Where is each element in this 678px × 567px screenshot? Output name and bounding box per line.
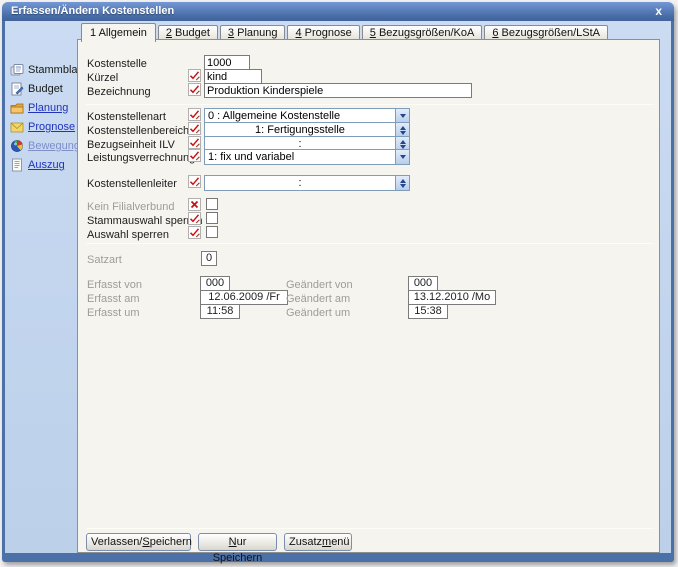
- erfasst-um-label: Erfasst um: [87, 307, 140, 319]
- kostenstellenleiter-label: Kostenstellenleiter: [87, 178, 177, 190]
- kostenstellenbereich-label: Kostenstellenbereich: [87, 125, 189, 137]
- sidebar-item-label: Stammblatt: [28, 64, 84, 76]
- screen: Erfassen/Ändern Kostenstellen x Stammbla…: [0, 0, 678, 567]
- sidebar-item-planung[interactable]: Planung: [10, 100, 68, 116]
- stammauswahl-sperren-label: Stammauswahl sperren: [87, 215, 203, 227]
- kein-filialverbund-label: Kein Filialverbund: [87, 201, 174, 213]
- sidebar-item-label: Prognose: [28, 121, 75, 133]
- kein-filialverbund-checkbox[interactable]: [206, 198, 218, 210]
- auszug-document-icon: [10, 158, 24, 172]
- bezeichnung-label: Bezeichnung: [87, 86, 151, 98]
- edit-check-icon: [188, 108, 201, 121]
- separator: [86, 104, 653, 105]
- kostenstellenart-value: 0 : Allgemeine Kostenstelle: [205, 109, 395, 123]
- bewegung-sphere-icon: [10, 139, 24, 153]
- kostenstellenbereich-value: 1: Fertigungsstelle: [205, 123, 395, 137]
- kostenstellenleiter-select[interactable]: :: [204, 175, 410, 191]
- edit-check-icon: [188, 226, 201, 239]
- kostenstellenleiter-value: :: [205, 176, 395, 190]
- red-x-icon: [188, 198, 201, 211]
- sidebar-item-label: Auszug: [28, 159, 65, 171]
- tab-allgemein[interactable]: 1 Allgemein: [81, 23, 156, 42]
- stammblatt-card-icon: [10, 63, 24, 77]
- stammauswahl-sperren-checkbox[interactable]: [206, 212, 218, 224]
- edit-check-icon: [188, 69, 201, 82]
- edit-check-icon: [188, 122, 201, 135]
- geaendert-am-label: Geändert am: [286, 293, 350, 305]
- window-title: Erfassen/Ändern Kostenstellen: [11, 5, 174, 17]
- sidebar-item-bewegung[interactable]: Bewegung: [10, 138, 80, 154]
- erfasst-von-value: 000: [200, 276, 230, 291]
- sidebar-item-auszug[interactable]: Auszug: [10, 157, 65, 173]
- nur-speichern-button[interactable]: Nur Speichern: [198, 533, 277, 551]
- sidebar-item-label: Bewegung: [28, 140, 80, 152]
- edit-check-icon: [188, 149, 201, 162]
- geaendert-um-label: Geändert um: [286, 307, 350, 319]
- dropdown-arrow-icon[interactable]: [395, 150, 409, 164]
- kuerzel-input[interactable]: [204, 69, 262, 84]
- edit-check-icon: [188, 136, 201, 149]
- kostenstelle-input[interactable]: [204, 55, 250, 70]
- satzart-value: 0: [201, 251, 217, 266]
- geaendert-von-label: Geändert von: [286, 279, 353, 291]
- erfasst-am-label: Erfasst am: [87, 293, 140, 305]
- separator: [86, 528, 653, 529]
- kuerzel-label: Kürzel: [87, 72, 118, 84]
- close-icon[interactable]: x: [655, 4, 662, 18]
- satzart-label: Satzart: [87, 254, 122, 266]
- spinner-updown-icon[interactable]: [395, 123, 409, 137]
- erfasst-am-value: 12.06.2009 /Fr: [200, 290, 288, 305]
- erfasst-um-value: 11:58: [200, 304, 240, 319]
- tab-label: 1 Allgemein: [90, 27, 147, 39]
- kostenstelle-label: Kostenstelle: [87, 58, 147, 70]
- separator: [86, 243, 653, 244]
- budget-document-icon: [10, 82, 24, 96]
- sidebar-item-label: Planung: [28, 102, 68, 114]
- spinner-updown-icon[interactable]: [395, 176, 409, 190]
- prognose-envelope-icon: [10, 120, 24, 134]
- erfasst-von-label: Erfasst von: [87, 279, 142, 291]
- window-body: Stammblatt Budget Planung Prognose: [5, 21, 671, 553]
- bezeichnung-input[interactable]: [204, 83, 472, 98]
- leistungsverrechnung-label: Leistungsverrechnung: [87, 152, 195, 164]
- auswahl-sperren-checkbox[interactable]: [206, 226, 218, 238]
- edit-check-icon: [188, 83, 201, 96]
- verlassen-speichern-button[interactable]: Verlassen/Speichern: [86, 533, 191, 551]
- planung-folder-icon: [10, 101, 24, 115]
- geaendert-am-value: 13.12.2010 /Mo: [408, 290, 496, 305]
- leistungsverrechnung-select[interactable]: 1: fix und variabel: [204, 149, 410, 165]
- sidebar-item-stammblatt[interactable]: Stammblatt: [10, 62, 84, 78]
- tab-panel-allgemein: Kostenstelle Kürzel Bezeichnung Kostenst…: [77, 39, 660, 553]
- auswahl-sperren-label: Auswahl sperren: [87, 229, 169, 241]
- sidebar-item-prognose[interactable]: Prognose: [10, 119, 75, 135]
- sidebar-item-label: Budget: [28, 83, 63, 95]
- geaendert-von-value: 000: [408, 276, 438, 291]
- zusatzmenu-button[interactable]: Zusatzmenü: [284, 533, 352, 551]
- kostenstellenart-label: Kostenstellenart: [87, 111, 166, 123]
- dialog-window: Erfassen/Ändern Kostenstellen x Stammbla…: [2, 2, 674, 562]
- sidebar-item-budget[interactable]: Budget: [10, 81, 63, 97]
- geaendert-um-value: 15:38: [408, 304, 448, 319]
- bezugseinheit-ilv-label: Bezugseinheit ILV: [87, 139, 175, 151]
- edit-check-icon: [188, 175, 201, 188]
- leistungsverrechnung-value: 1: fix und variabel: [205, 150, 395, 164]
- dropdown-arrow-icon[interactable]: [395, 109, 409, 123]
- titlebar: Erfassen/Ändern Kostenstellen x: [2, 2, 674, 21]
- edit-check-icon: [188, 212, 201, 225]
